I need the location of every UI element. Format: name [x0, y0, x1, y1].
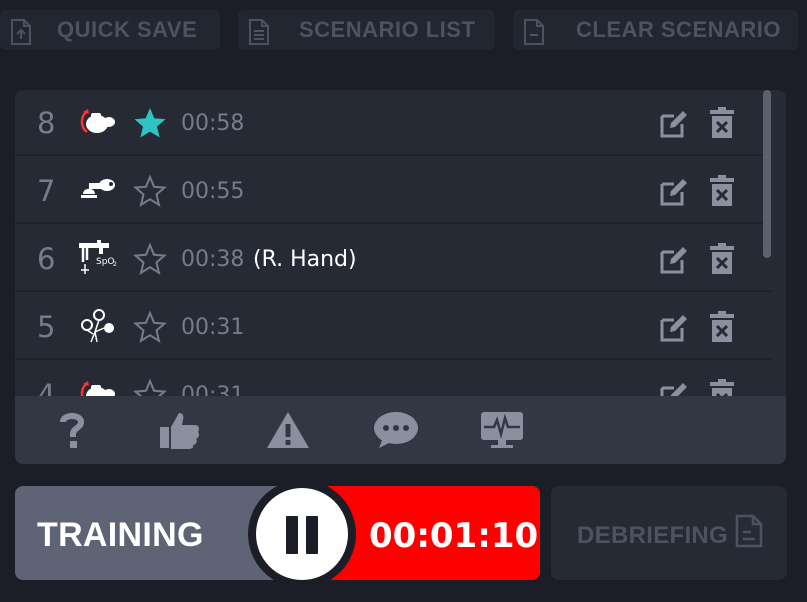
document-upload-icon	[11, 19, 31, 45]
event-number: 8	[37, 106, 56, 140]
edit-icon[interactable]	[658, 244, 690, 276]
star-outline-icon[interactable]	[133, 242, 167, 276]
training-timer-bar: TRAINING 00:01:10	[15, 486, 540, 580]
event-number: 4	[37, 378, 56, 396]
svg-text:SpO: SpO	[96, 257, 115, 267]
event-time: 00:55	[181, 179, 245, 204]
event-time: 00:58	[181, 111, 245, 136]
debriefing-button[interactable]: DEBRIEFING	[551, 486, 787, 580]
clear-scenario-label: CLEAR SCENARIO	[576, 17, 782, 42]
svg-text:2: 2	[113, 261, 117, 268]
document-clear-icon	[524, 19, 544, 45]
cpr-compression-icon	[80, 109, 115, 134]
scenario-list-button[interactable]: SCENARIO LIST	[238, 10, 495, 50]
scenario-list-label: SCENARIO LIST	[299, 17, 476, 42]
clear-scenario-button[interactable]: CLEAR SCENARIO	[513, 10, 798, 50]
event-number: 6	[37, 242, 56, 276]
ecg-electrodes-icon	[81, 309, 114, 343]
event-time: 00:31	[181, 383, 245, 396]
event-row[interactable]: 6 SpO 2 00:38 (R. Hand)	[15, 226, 772, 292]
quick-save-button[interactable]: QUICK SAVE	[0, 10, 220, 50]
event-toolbar	[15, 396, 786, 464]
star-filled-icon[interactable]	[133, 106, 167, 140]
edit-icon[interactable]	[658, 176, 690, 208]
star-outline-icon[interactable]	[133, 378, 167, 396]
event-log-panel: 8 00:58 7 00:55 6 SpO 2 00:38 (R. Hand) …	[15, 90, 786, 464]
training-label: TRAINING	[37, 516, 204, 554]
edit-icon[interactable]	[658, 380, 690, 396]
event-row[interactable]: 4 00:31	[15, 362, 772, 396]
document-list-icon	[249, 19, 269, 45]
thumbs-up-icon[interactable]	[157, 410, 203, 450]
debriefing-label: DEBRIEFING	[577, 522, 729, 549]
quick-save-label: QUICK SAVE	[57, 17, 198, 42]
spo2-sensor-icon: SpO 2	[79, 240, 117, 274]
document-icon	[735, 514, 763, 548]
bag-mask-ventilation-icon	[81, 179, 115, 198]
star-outline-icon[interactable]	[133, 310, 167, 344]
elapsed-time: 00:01:10	[369, 516, 539, 556]
pause-icon	[286, 516, 298, 554]
cpr-compression-icon	[80, 381, 115, 396]
help-icon[interactable]	[49, 410, 95, 450]
event-number: 7	[37, 174, 56, 208]
delete-icon[interactable]	[708, 311, 736, 343]
star-outline-icon[interactable]	[133, 174, 167, 208]
event-note: (R. Hand)	[253, 247, 357, 272]
pause-button[interactable]	[256, 488, 348, 580]
event-time: 00:38	[181, 247, 245, 272]
top-bar: QUICK SAVE SCENARIO LIST CLEAR SCENARIO	[0, 10, 807, 50]
monitor-ecg-icon[interactable]	[479, 410, 525, 450]
edit-icon[interactable]	[658, 312, 690, 344]
chat-icon[interactable]	[373, 410, 419, 450]
event-time: 00:31	[181, 315, 245, 340]
delete-icon[interactable]	[708, 379, 736, 396]
event-number: 5	[37, 310, 56, 344]
delete-icon[interactable]	[708, 175, 736, 207]
event-row[interactable]: 8 00:58	[15, 90, 772, 156]
edit-icon[interactable]	[658, 108, 690, 140]
delete-icon[interactable]	[708, 243, 736, 275]
event-row[interactable]: 5 00:31	[15, 294, 772, 360]
scrollbar-thumb[interactable]	[763, 90, 771, 258]
warning-icon[interactable]	[265, 410, 311, 450]
event-row[interactable]: 7 00:55	[15, 158, 772, 224]
event-list[interactable]: 8 00:58 7 00:55 6 SpO 2 00:38 (R. Hand) …	[15, 90, 772, 396]
delete-icon[interactable]	[708, 107, 736, 139]
pause-icon	[306, 516, 318, 554]
